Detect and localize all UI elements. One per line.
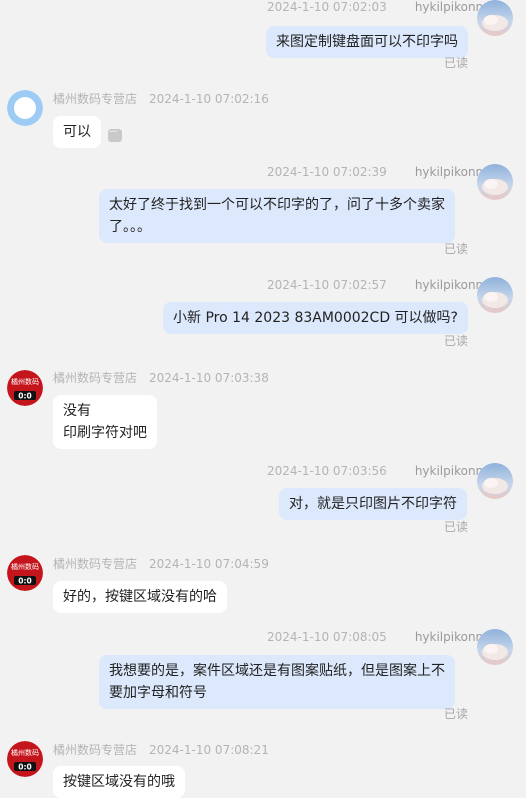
user-avatar[interactable] bbox=[477, 463, 513, 499]
message-time: 2024-1-10 07:02:03 bbox=[267, 0, 387, 14]
read-status: 已读 bbox=[444, 520, 469, 534]
user-avatar[interactable] bbox=[477, 629, 513, 665]
sender-name: 橘州数码专营店 bbox=[53, 743, 138, 757]
message-time: 2024-1-10 07:03:38 bbox=[149, 371, 269, 385]
message-bubble[interactable]: 对，就是只印图片不印字符 bbox=[279, 488, 467, 520]
message-text-line: 了。。。 bbox=[109, 219, 151, 235]
message-bubble[interactable]: 来图定制键盘面可以不印字吗 bbox=[266, 26, 468, 58]
message-meta: 橘州数码专营店 2024-1-10 07:04:59 bbox=[53, 556, 269, 572]
message-time: 2024-1-10 07:03:56 bbox=[267, 464, 387, 478]
svg-text:0:0: 0:0 bbox=[18, 763, 31, 772]
message-meta: 2024-1-10 07:08:05 hykilpikonna bbox=[267, 629, 491, 645]
message-text: 按键区域没有的哦 bbox=[63, 774, 175, 790]
message-meta: 2024-1-10 07:02:39 hykilpikonna bbox=[267, 164, 491, 180]
message-text: 可以 bbox=[63, 124, 91, 140]
user-avatar[interactable] bbox=[477, 277, 513, 313]
svg-text:橘州数码: 橘州数码 bbox=[11, 748, 39, 757]
message-bubble[interactable]: 好的，按键区域没有的哈 bbox=[53, 581, 227, 613]
message-time: 2024-1-10 07:02:57 bbox=[267, 278, 387, 292]
message-bubble[interactable]: 按键区域没有的哦 bbox=[53, 766, 185, 798]
user-avatar[interactable] bbox=[477, 0, 513, 36]
message-text-line: 印刷字符对吧 bbox=[63, 425, 147, 441]
message-meta: 2024-1-10 07:02:03 hykilpikonna bbox=[267, 0, 491, 15]
message-text-line: 没有 bbox=[63, 403, 91, 419]
sender-name: 橘州数码专营店 bbox=[53, 371, 138, 385]
message-bubble[interactable]: 可以 bbox=[53, 116, 101, 148]
svg-text:0:0: 0:0 bbox=[18, 392, 31, 401]
shop-avatar[interactable]: 橘州数码 0:0 bbox=[7, 741, 43, 777]
message-text-line: 我想要的是，案件区域还是有图案贴纸，但是图案上不 bbox=[109, 663, 445, 679]
message-text-line: 太好了终于找到一个可以不印字的了，问了十多个卖家 bbox=[109, 197, 445, 213]
message-time: 2024-1-10 07:08:05 bbox=[267, 630, 387, 644]
message-bubble[interactable]: 小新 Pro 14 2023 83AM0002CD 可以做吗? bbox=[163, 302, 468, 334]
message-time: 2024-1-10 07:08:21 bbox=[149, 743, 269, 757]
more-icon[interactable] bbox=[108, 125, 122, 142]
message-time: 2024-1-10 07:02:39 bbox=[267, 165, 387, 179]
message-time: 2024-1-10 07:04:59 bbox=[149, 557, 269, 571]
message-bubble[interactable]: 太好了终于找到一个可以不印字的了，问了十多个卖家 了。。。 bbox=[99, 189, 455, 243]
message-bubble[interactable]: 我想要的是，案件区域还是有图案贴纸，但是图案上不 要加字母和符号 bbox=[99, 655, 455, 709]
read-status: 已读 bbox=[444, 56, 469, 70]
read-status: 已读 bbox=[444, 242, 469, 256]
message-text: 对，就是只印图片不印字符 bbox=[289, 496, 457, 512]
chat-window: 2024-1-10 07:02:03 hykilpikonna 来图定制键盘面可以… bbox=[0, 0, 526, 798]
message-meta: 2024-1-10 07:03:56 hykilpikonna bbox=[267, 463, 491, 479]
message-text: 好的，按键区域没有的哈 bbox=[63, 589, 217, 605]
read-status: 已读 bbox=[444, 707, 469, 721]
message-meta: 橘州数码专营店 2024-1-10 07:02:16 bbox=[53, 91, 269, 107]
message-bubble[interactable]: 没有 印刷字符对吧 bbox=[53, 395, 157, 449]
message-meta: 橘州数码专营店 2024-1-10 07:08:21 bbox=[53, 742, 269, 758]
message-text-line: 要加字母和符号 bbox=[109, 685, 207, 701]
message-text: 小新 Pro 14 2023 83AM0002CD 可以做吗? bbox=[173, 310, 458, 326]
message-time: 2024-1-10 07:02:16 bbox=[149, 92, 269, 106]
message-meta: 橘州数码专营店 2024-1-10 07:03:38 bbox=[53, 370, 269, 386]
svg-text:0:0: 0:0 bbox=[18, 577, 31, 586]
shop-avatar-default[interactable] bbox=[7, 90, 43, 126]
svg-text:橘州数码: 橘州数码 bbox=[11, 377, 39, 386]
shop-avatar[interactable]: 橘州数码 0:0 bbox=[7, 555, 43, 591]
sender-name: 橘州数码专营店 bbox=[53, 557, 138, 571]
message-meta: 2024-1-10 07:02:57 hykilpikonna bbox=[267, 277, 491, 293]
svg-text:橘州数码: 橘州数码 bbox=[11, 562, 39, 571]
sender-name: 橘州数码专营店 bbox=[53, 92, 138, 106]
message-text: 来图定制键盘面可以不印字吗 bbox=[276, 34, 458, 50]
user-avatar[interactable] bbox=[477, 164, 513, 200]
shop-avatar[interactable]: 橘州数码 0:0 bbox=[7, 370, 43, 406]
read-status: 已读 bbox=[444, 334, 469, 348]
